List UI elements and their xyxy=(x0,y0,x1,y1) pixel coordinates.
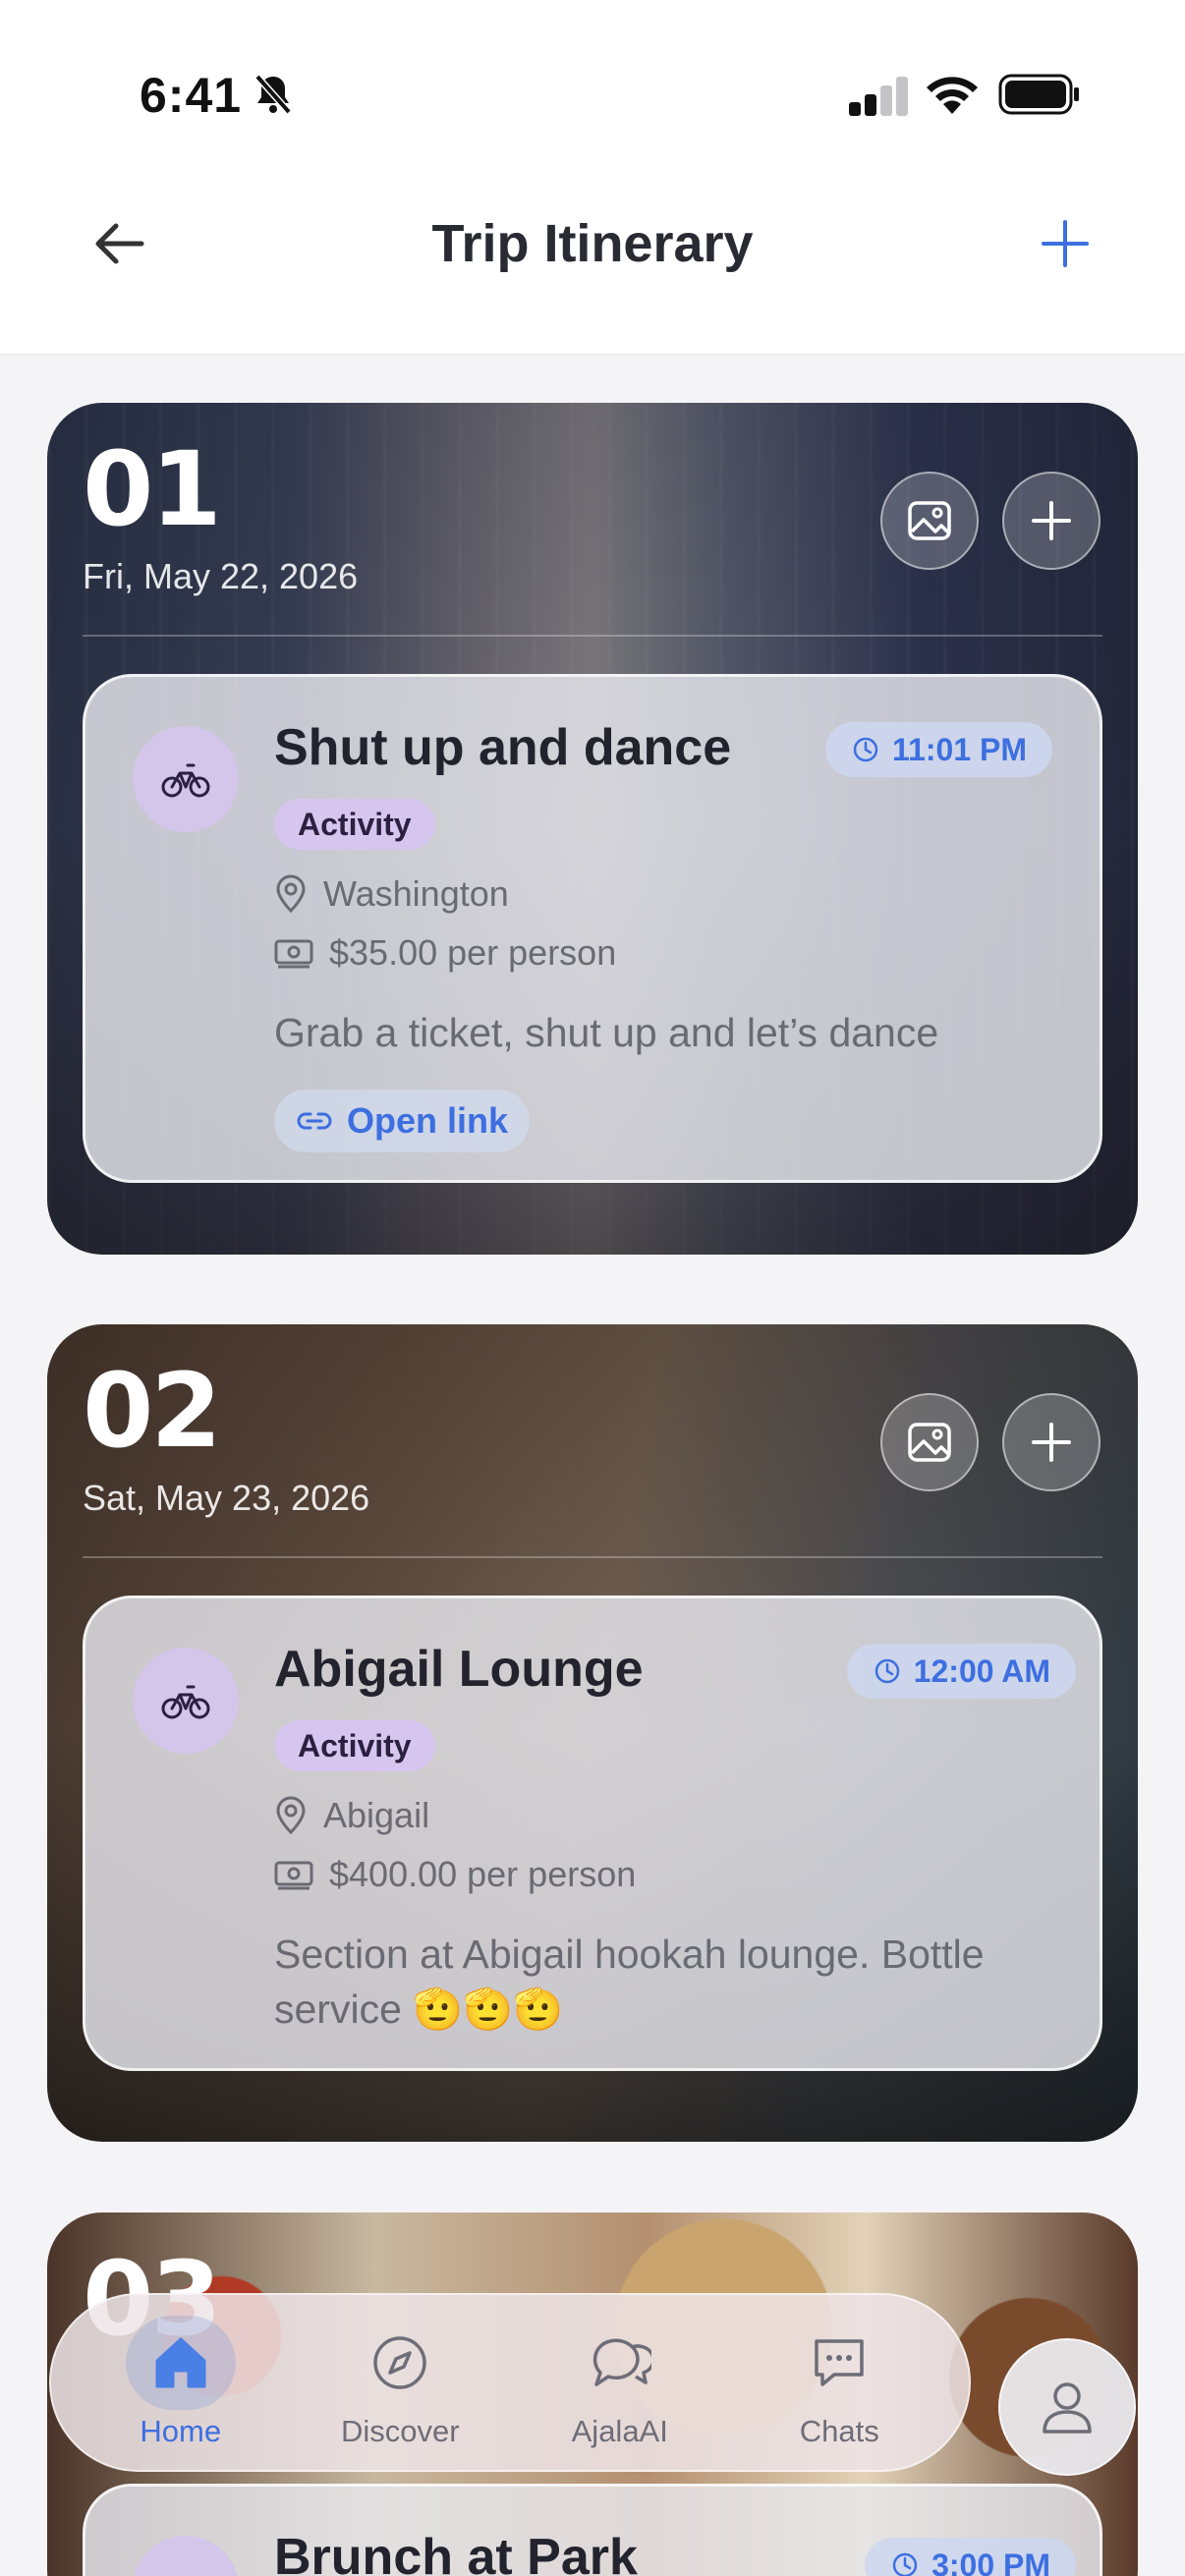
activity-description: Section at Abigail hookah lounge. Bottle… xyxy=(274,1932,985,2032)
nav-label-home: Home xyxy=(140,2414,222,2448)
day-card-1: 01 Fri, May 22, 2026 Shut up and dance 1… xyxy=(47,403,1138,1255)
day-card-2: 02 Sat, May 23, 2026 Abigail Lounge 12:0… xyxy=(47,1324,1138,2142)
time-text: 12:00 AM xyxy=(913,1652,1050,1689)
activity-description: Grab a ticket, shut up and let’s dance xyxy=(274,1010,939,1055)
money-icon xyxy=(274,1861,313,1890)
cost-row: $400.00 per person xyxy=(274,1854,636,1895)
nav-item-home[interactable]: Home xyxy=(83,2304,279,2461)
plus-icon xyxy=(1042,220,1089,267)
cost-row: $35.00 per person xyxy=(274,932,616,974)
time-text: 3:00 PM xyxy=(931,2547,1050,2576)
status-time: 6:41 xyxy=(140,68,243,123)
bell-muted-icon xyxy=(254,74,292,115)
status-bar: 6:41 xyxy=(0,0,1185,187)
image-icon xyxy=(908,501,951,540)
profile-button[interactable] xyxy=(998,2338,1136,2476)
link-icon xyxy=(297,1112,332,1130)
cost-text: $400.00 per person xyxy=(329,1854,637,1894)
day-divider xyxy=(83,1556,1102,1558)
page-title: Trip Itinerary xyxy=(431,214,754,273)
location-row: Abigail xyxy=(274,1795,429,1836)
user-icon xyxy=(1043,2382,1092,2434)
open-link-button[interactable]: Open link xyxy=(274,1090,531,1152)
activity-title: Brunch at Park xyxy=(274,2529,638,2576)
activity-card[interactable]: Abigail Lounge 12:00 AM Activity Abigail… xyxy=(83,1596,1102,2071)
plus-icon xyxy=(1032,1423,1071,1462)
wifi-icon xyxy=(927,77,978,114)
cost-text: $35.00 per person xyxy=(329,932,617,973)
time-text: 11:01 PM xyxy=(892,731,1027,767)
activity-title: Shut up and dance xyxy=(274,719,732,776)
day-date: Sat, May 23, 2026 xyxy=(83,1478,370,1518)
money-icon xyxy=(274,939,313,969)
activity-icon-badge xyxy=(133,1648,239,1754)
chat-bubbles-icon xyxy=(592,2338,651,2386)
plus-icon xyxy=(1032,501,1071,540)
activity-icon-badge xyxy=(133,726,239,832)
clock-icon xyxy=(853,737,878,762)
day-number: 01 xyxy=(83,429,222,549)
activity-card[interactable]: Shut up and dance 11:01 PM Activity Wash… xyxy=(83,674,1102,1183)
nav-label-ajalaai: AjalaAI xyxy=(571,2414,668,2448)
change-cover-image-button[interactable] xyxy=(880,472,979,570)
activity-type-tag: Activity xyxy=(274,799,435,850)
nav-label-chats: Chats xyxy=(799,2414,879,2448)
day-date: Fri, May 22, 2026 xyxy=(83,556,359,596)
location-pin-icon xyxy=(276,1796,306,1835)
nav-icon-wrap xyxy=(345,2316,455,2410)
nav-item-chats[interactable]: Chats xyxy=(741,2304,937,2461)
nav-item-discover[interactable]: Discover xyxy=(302,2304,498,2461)
nav-icon-wrap xyxy=(784,2316,894,2410)
location-pin-icon xyxy=(276,874,306,914)
day-number: 02 xyxy=(83,1351,222,1471)
time-badge: 11:01 PM xyxy=(825,722,1052,777)
battery-icon xyxy=(998,74,1079,115)
activity-card[interactable]: Brunch at Park 3:00 PM xyxy=(83,2484,1102,2576)
day-divider xyxy=(83,635,1102,637)
bicycle-icon xyxy=(161,1685,210,1719)
home-icon xyxy=(155,2337,206,2388)
image-icon xyxy=(908,1423,951,1462)
add-activity-button[interactable] xyxy=(1002,1393,1100,1491)
compass-icon xyxy=(373,2336,426,2389)
nav-label-discover: Discover xyxy=(340,2414,460,2448)
open-link-label: Open link xyxy=(347,1100,509,1141)
activity-title: Abigail Lounge xyxy=(274,1641,644,1698)
nav-icon-wrap xyxy=(125,2316,236,2410)
app-header: Trip Itinerary xyxy=(0,187,1185,356)
time-badge: 12:00 AM xyxy=(846,1644,1076,1699)
clock-icon xyxy=(892,2552,918,2576)
add-activity-button[interactable] xyxy=(1002,472,1100,570)
activity-icon-badge xyxy=(133,2536,239,2576)
message-icon xyxy=(815,2339,864,2386)
activity-type-tag: Activity xyxy=(274,1720,435,1771)
nav-icon-wrap xyxy=(565,2316,675,2410)
clock-icon xyxy=(875,1658,899,1684)
location-text: Washington xyxy=(323,873,509,914)
location-row: Washington xyxy=(274,873,509,915)
add-day-button[interactable] xyxy=(1028,206,1102,281)
location-text: Abigail xyxy=(323,1795,430,1835)
change-cover-image-button[interactable] xyxy=(880,1393,979,1491)
cellular-signal-icon xyxy=(849,77,908,116)
nav-item-ajalaai[interactable]: AjalaAI xyxy=(522,2304,718,2461)
bottom-nav-bar: Home Discover AjalaAI Chats xyxy=(49,2293,971,2472)
bicycle-icon xyxy=(161,763,210,798)
time-badge: 3:00 PM xyxy=(865,2538,1076,2576)
